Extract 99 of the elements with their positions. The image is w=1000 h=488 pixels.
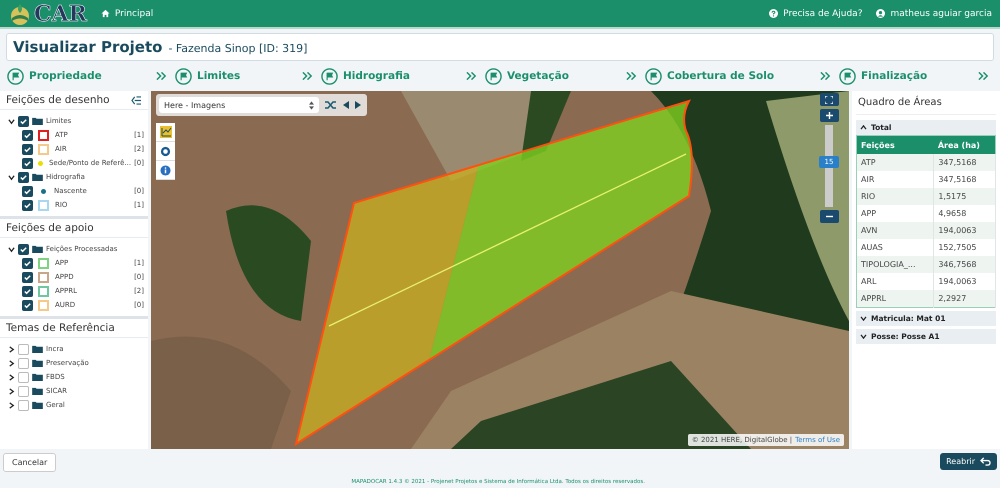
- info-icon: [160, 164, 171, 176]
- double-chevron-icon: [466, 71, 477, 81]
- checkbox[interactable]: [22, 186, 33, 196]
- flag-icon: [175, 68, 192, 84]
- double-chevron-icon: [626, 71, 637, 81]
- zoom-in-button[interactable]: [820, 109, 838, 122]
- panel-title: Temas de Referência: [6, 322, 115, 334]
- folder-icon: [32, 245, 43, 253]
- column-header: Área (ha): [934, 136, 996, 154]
- plus-icon: [826, 112, 832, 119]
- table-cell: ATP: [856, 154, 934, 171]
- table-cell: 346,7568: [934, 256, 996, 273]
- user-icon: [876, 9, 886, 18]
- column-header: Feições: [856, 136, 934, 154]
- folder-icon: [32, 387, 43, 395]
- chevron-right-icon[interactable]: [8, 346, 15, 352]
- folder-icon: [32, 345, 43, 353]
- help-link[interactable]: Precisa de Ajuda?: [769, 8, 862, 18]
- double-chevron-icon: [978, 71, 989, 81]
- checkbox[interactable]: [22, 286, 33, 296]
- cancel-button[interactable]: Cancelar: [3, 453, 56, 472]
- page-subtitle: - Fazenda Sinop [ID: 319]: [168, 41, 308, 57]
- home-icon: [100, 9, 110, 18]
- folder-icon: [32, 373, 43, 381]
- folder-icon: [32, 401, 43, 409]
- chart-icon: [160, 126, 172, 138]
- checkbox[interactable]: [18, 358, 29, 368]
- leaf-logo-icon: [8, 2, 32, 26]
- chevron-right-icon[interactable]: [8, 402, 15, 408]
- help-icon: [769, 9, 778, 18]
- chevron-right-icon[interactable]: [8, 374, 15, 380]
- logo-text: CAR: [34, 2, 87, 24]
- step-link[interactable]: Finalização: [839, 68, 928, 84]
- step-link[interactable]: Hidrografia: [321, 68, 410, 84]
- step-link[interactable]: Vegetação: [485, 68, 569, 84]
- folder-icon: [32, 359, 43, 367]
- table-cell: APPRL: [856, 290, 934, 308]
- chevron-down-icon: [860, 334, 867, 339]
- previous-icon[interactable]: [343, 101, 349, 109]
- double-chevron-icon: [302, 71, 313, 81]
- basemap-select[interactable]: Here - Imagens: [159, 97, 319, 113]
- table-cell: 347,5168: [934, 154, 996, 171]
- fullscreen-button[interactable]: [820, 93, 838, 106]
- flag-icon: [485, 68, 502, 84]
- minus-icon: [826, 213, 832, 220]
- target-icon: [160, 146, 171, 156]
- collapse-panel-icon[interactable]: [131, 96, 142, 104]
- checkbox[interactable]: [22, 144, 33, 154]
- checkbox[interactable]: [22, 158, 33, 168]
- fullscreen-icon: [825, 96, 833, 104]
- table-cell: TIPOLOGIA_...: [856, 256, 934, 273]
- checkbox[interactable]: [22, 130, 33, 140]
- zoom-out-button[interactable]: [820, 210, 838, 223]
- chevron-down-icon[interactable]: [8, 174, 15, 180]
- chevron-right-icon[interactable]: [8, 360, 15, 366]
- table-cell: 194,0063: [934, 222, 996, 239]
- step-link[interactable]: Cobertura de Solo: [645, 68, 774, 84]
- chevron-right-icon[interactable]: [8, 388, 15, 394]
- undo-icon: [980, 457, 991, 466]
- checkbox[interactable]: [18, 244, 29, 254]
- reopen-button[interactable]: Reabrir: [940, 453, 997, 470]
- flag-icon: [321, 68, 338, 84]
- table-cell: AVN: [856, 222, 934, 239]
- checkbox[interactable]: [18, 400, 29, 410]
- panel-title: Feições de desenho: [6, 94, 110, 106]
- table-cell: RIO: [856, 188, 934, 205]
- double-chevron-icon: [156, 71, 167, 81]
- shuffle-icon[interactable]: [325, 100, 337, 110]
- step-link[interactable]: Propriedade: [7, 68, 102, 84]
- double-chevron-icon: [820, 71, 831, 81]
- checkbox[interactable]: [18, 116, 29, 126]
- checkbox[interactable]: [22, 272, 33, 282]
- checkbox[interactable]: [18, 386, 29, 396]
- chevron-down-icon[interactable]: [8, 118, 15, 124]
- flag-icon: [839, 68, 856, 84]
- flag-icon: [645, 68, 662, 84]
- checkbox[interactable]: [22, 200, 33, 210]
- chevron-up-icon: [860, 125, 867, 130]
- flag-icon: [7, 68, 24, 84]
- chevron-down-icon: [860, 316, 867, 321]
- step-link[interactable]: Limites: [175, 68, 240, 84]
- checkbox[interactable]: [18, 172, 29, 182]
- checkbox[interactable]: [22, 258, 33, 268]
- folder-icon: [32, 173, 43, 181]
- areas-title: Quadro de Áreas: [856, 95, 996, 115]
- user-menu[interactable]: matheus aguiar garcia: [876, 8, 992, 18]
- next-icon[interactable]: [355, 101, 361, 109]
- chevron-down-icon[interactable]: [8, 246, 15, 252]
- folder-icon: [32, 117, 43, 125]
- checkbox[interactable]: [18, 372, 29, 382]
- table-cell: 1,5175: [934, 188, 996, 205]
- table-cell: 2,2927: [934, 290, 996, 308]
- chart-tool-button[interactable]: [156, 123, 175, 142]
- home-link[interactable]: Principal: [100, 8, 154, 18]
- checkbox[interactable]: [18, 344, 29, 354]
- page-title: Visualizar Projeto: [13, 37, 162, 58]
- checkbox[interactable]: [22, 300, 33, 310]
- sort-icon: [309, 100, 314, 110]
- panel-title: Feições de apoio: [6, 222, 94, 234]
